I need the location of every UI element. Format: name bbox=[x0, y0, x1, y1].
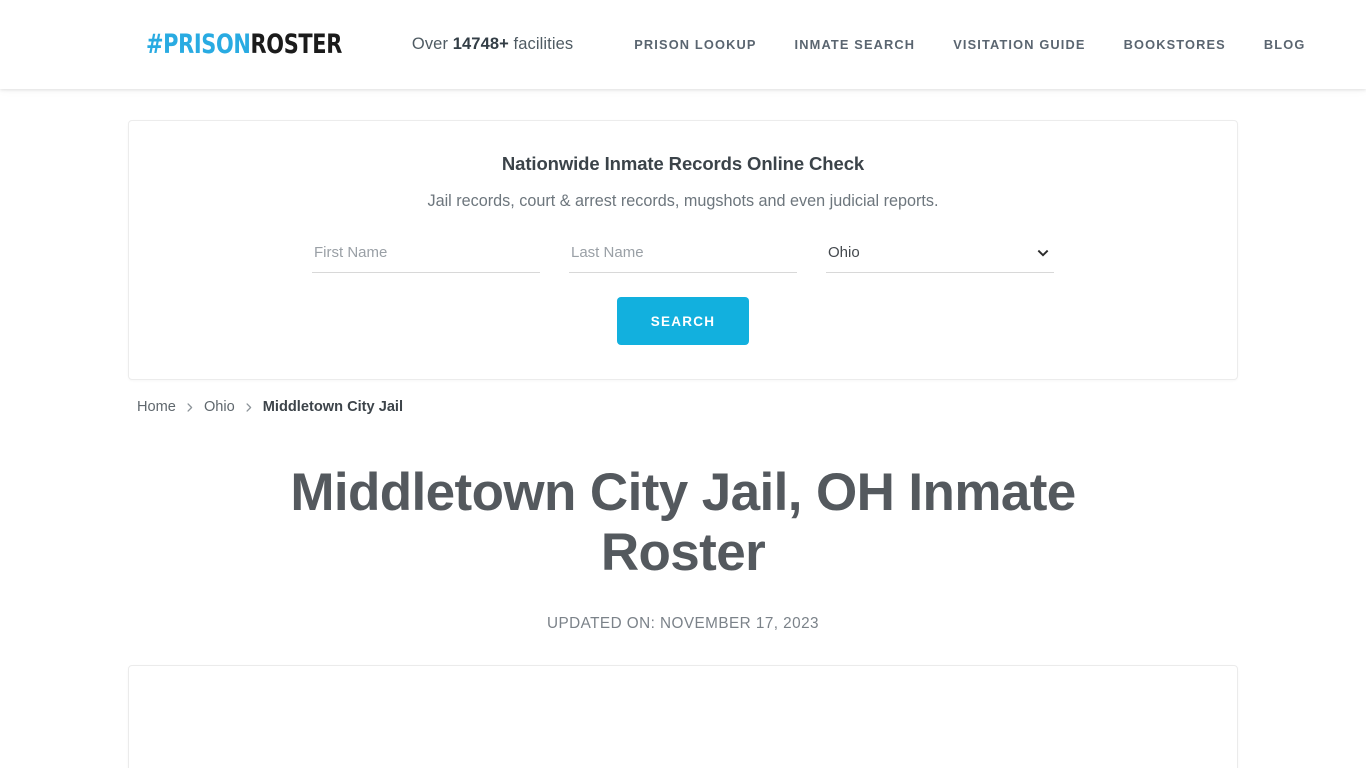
state-field-wrap: Ohio bbox=[826, 239, 1054, 273]
facilities-suffix: facilities bbox=[508, 35, 574, 53]
page-wrapper: Nationwide Inmate Records Online Check J… bbox=[128, 120, 1238, 768]
facilities-number: 14748+ bbox=[452, 35, 509, 53]
state-select[interactable]: Ohio bbox=[826, 239, 1054, 273]
facilities-count: Over 14748+ facilities bbox=[412, 35, 573, 54]
roster-content-card bbox=[128, 664, 1238, 768]
breadcrumb-item-home[interactable]: Home bbox=[137, 399, 176, 415]
breadcrumb: Home Ohio Middletown City Jail bbox=[128, 399, 1238, 415]
nav-item-visitation-guide[interactable]: Visitation Guide bbox=[934, 37, 1104, 52]
nav-item-blog[interactable]: Blog bbox=[1245, 37, 1325, 52]
first-name-field-wrap bbox=[312, 239, 540, 273]
title-block: Middletown City Jail, OH Inmate Roster U… bbox=[128, 463, 1238, 633]
nav-item-prison-lookup[interactable]: Prison Lookup bbox=[615, 37, 775, 52]
inmate-search-card: Nationwide Inmate Records Online Check J… bbox=[128, 120, 1238, 380]
search-card-subtitle: Jail records, court & arrest records, mu… bbox=[427, 192, 939, 210]
breadcrumb-item-current: Middletown City Jail bbox=[262, 399, 404, 415]
search-button-row: Search bbox=[159, 297, 1207, 345]
updated-on-text: UPDATED ON: NOVEMBER 17, 2023 bbox=[546, 614, 820, 632]
facilities-prefix: Over bbox=[411, 35, 453, 53]
last-name-field-wrap bbox=[569, 239, 797, 273]
site-logo[interactable]: #PRISONROSTER bbox=[146, 31, 342, 58]
search-button[interactable]: Search bbox=[616, 297, 750, 345]
main-navigation: Prison Lookup Inmate Search Visitation G… bbox=[615, 37, 1324, 52]
search-fields-row: Ohio bbox=[159, 239, 1207, 273]
last-name-input[interactable] bbox=[569, 239, 797, 273]
header-inner: #PRISONROSTER Over 14748+ facilities Pri… bbox=[128, 0, 1304, 89]
chevron-right-icon bbox=[245, 402, 253, 413]
site-header: #PRISONROSTER Over 14748+ facilities Pri… bbox=[0, 0, 1366, 89]
logo-text-prison: #PRISON bbox=[146, 29, 251, 60]
first-name-input[interactable] bbox=[312, 239, 540, 273]
chevron-right-icon bbox=[186, 402, 194, 413]
nav-item-bookstores[interactable]: Bookstores bbox=[1105, 37, 1245, 52]
nav-item-inmate-search[interactable]: Inmate Search bbox=[776, 37, 935, 52]
breadcrumb-item-ohio[interactable]: Ohio bbox=[204, 399, 235, 415]
search-card-title: Nationwide Inmate Records Online Check bbox=[501, 153, 865, 174]
logo-text-roster: ROSTER bbox=[250, 29, 343, 60]
page-title: Middletown City Jail, OH Inmate Roster bbox=[290, 463, 1076, 583]
